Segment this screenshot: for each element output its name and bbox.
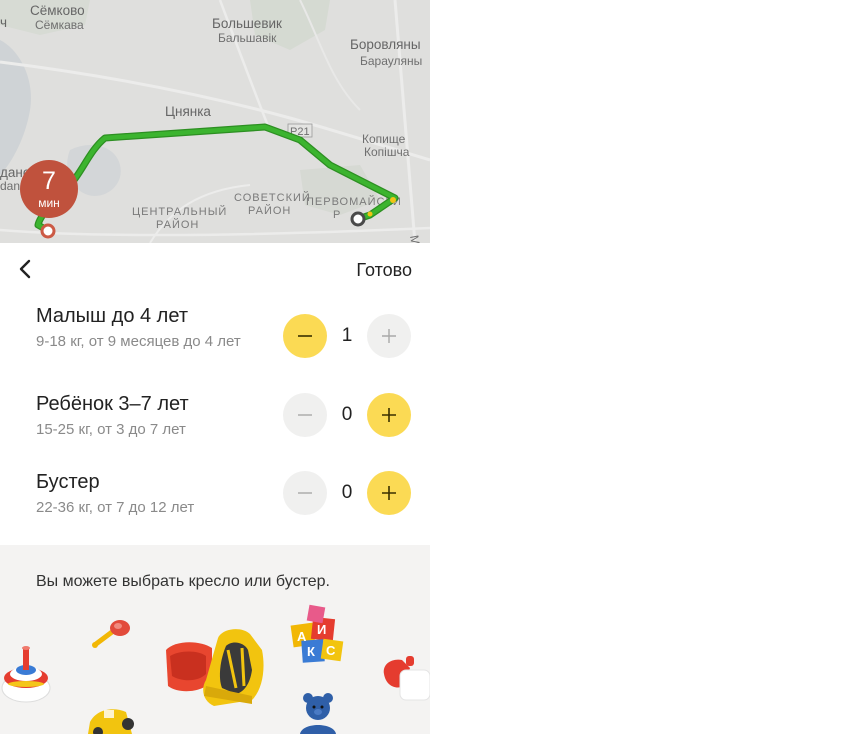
quantity-value: 0 bbox=[341, 482, 353, 503]
traffic-marker bbox=[367, 211, 373, 217]
route-map[interactable]: Сёмково Сёмкава Большевик Бальшавік Боро… bbox=[0, 0, 430, 243]
map-label: РАЙОН bbox=[156, 218, 199, 231]
svg-text:А: А bbox=[297, 629, 307, 644]
seat-option-child: Ребёнок 3–7 лет 15-25 кг, от 3 до 7 лет … bbox=[0, 393, 430, 473]
seat-title: Бустер bbox=[36, 471, 100, 493]
top-bar: Готово bbox=[0, 243, 430, 295]
seat-subtitle: 15-25 кг, от 3 до 7 лет bbox=[36, 421, 186, 438]
quantity-value: 1 bbox=[341, 325, 353, 346]
chevron-left-icon bbox=[19, 259, 31, 279]
map-label: Большевик bbox=[212, 16, 282, 31]
map-label: Копище bbox=[362, 132, 406, 146]
map-label: Барауляны bbox=[360, 54, 422, 68]
map-label: Копішча bbox=[364, 145, 410, 159]
teddy-bear-icon bbox=[300, 693, 336, 734]
info-panel: Вы можете выбрать кресло или бустер. А И… bbox=[0, 545, 430, 734]
plus-icon bbox=[382, 486, 396, 500]
seat-subtitle: 9-18 кг, от 9 месяцев до 4 лет bbox=[36, 333, 241, 350]
map-label: МК bbox=[407, 234, 424, 243]
map-label: Р bbox=[333, 209, 341, 221]
road bbox=[0, 226, 430, 237]
map-label: dan bbox=[0, 179, 20, 193]
map-label: ЦЕНТРАЛЬНЫЙ bbox=[132, 205, 227, 218]
quantity-stepper: 0 bbox=[283, 393, 411, 437]
seat-option-toddler: Малыш до 4 лет 9-18 кг, от 9 месяцев до … bbox=[0, 305, 430, 385]
decrement-button[interactable] bbox=[283, 471, 327, 515]
map-label: Цнянка bbox=[165, 104, 211, 119]
decrement-button[interactable] bbox=[283, 314, 327, 358]
route-end-point bbox=[350, 211, 366, 227]
app-screen: Сёмково Сёмкава Большевик Бальшавік Боро… bbox=[0, 0, 430, 734]
route-start-point bbox=[40, 223, 56, 239]
map-label: Сёмково bbox=[30, 3, 85, 18]
letter-blocks-icon: А И К С bbox=[290, 604, 344, 663]
eta-unit: мин bbox=[38, 196, 60, 210]
increment-button[interactable] bbox=[367, 393, 411, 437]
rattle-icon bbox=[92, 620, 130, 648]
toy-car-icon bbox=[88, 709, 134, 734]
car-seat-icon bbox=[166, 629, 264, 706]
eta-value: 7 bbox=[42, 167, 56, 195]
map-label: ч bbox=[0, 15, 7, 30]
quantity-stepper: 0 bbox=[283, 471, 411, 515]
increment-button[interactable] bbox=[367, 471, 411, 515]
eta-badge: 7 мин bbox=[20, 160, 78, 218]
traffic-marker bbox=[390, 197, 396, 203]
seat-title: Ребёнок 3–7 лет bbox=[36, 393, 189, 415]
svg-text:И: И bbox=[317, 622, 326, 637]
plus-icon bbox=[382, 329, 396, 343]
decrement-button[interactable] bbox=[283, 393, 327, 437]
minus-icon bbox=[298, 492, 312, 494]
seat-subtitle: 22-36 кг, от 7 до 12 лет bbox=[36, 499, 195, 516]
seat-option-booster: Бустер 22-36 кг, от 7 до 12 лет 0 bbox=[0, 471, 430, 551]
map-label: Сёмкава bbox=[35, 18, 84, 32]
map-label: Боровляны bbox=[350, 37, 421, 52]
done-button[interactable]: Готово bbox=[356, 260, 412, 281]
svg-text:К: К bbox=[307, 644, 315, 659]
back-button[interactable] bbox=[14, 257, 36, 281]
map-label: Бальшавік bbox=[218, 31, 277, 45]
map-label: СОВЕТСКИЙ bbox=[234, 191, 311, 204]
seat-title: Малыш до 4 лет bbox=[36, 305, 188, 327]
map-label: РАЙОН bbox=[248, 204, 291, 217]
baby-bottle-icon bbox=[383, 656, 430, 701]
minus-icon bbox=[298, 335, 312, 337]
spinning-top-icon bbox=[1, 646, 51, 703]
toys-illustration: А И К С bbox=[1, 604, 430, 734]
quantity-stepper: 1 bbox=[283, 314, 411, 358]
svg-text:С: С bbox=[326, 643, 336, 658]
plus-icon bbox=[382, 408, 396, 422]
increment-button[interactable] bbox=[367, 314, 411, 358]
reservoir bbox=[0, 40, 31, 175]
minus-icon bbox=[298, 414, 312, 416]
quantity-value: 0 bbox=[341, 404, 353, 425]
info-text: Вы можете выбрать кресло или бустер. bbox=[36, 573, 330, 590]
